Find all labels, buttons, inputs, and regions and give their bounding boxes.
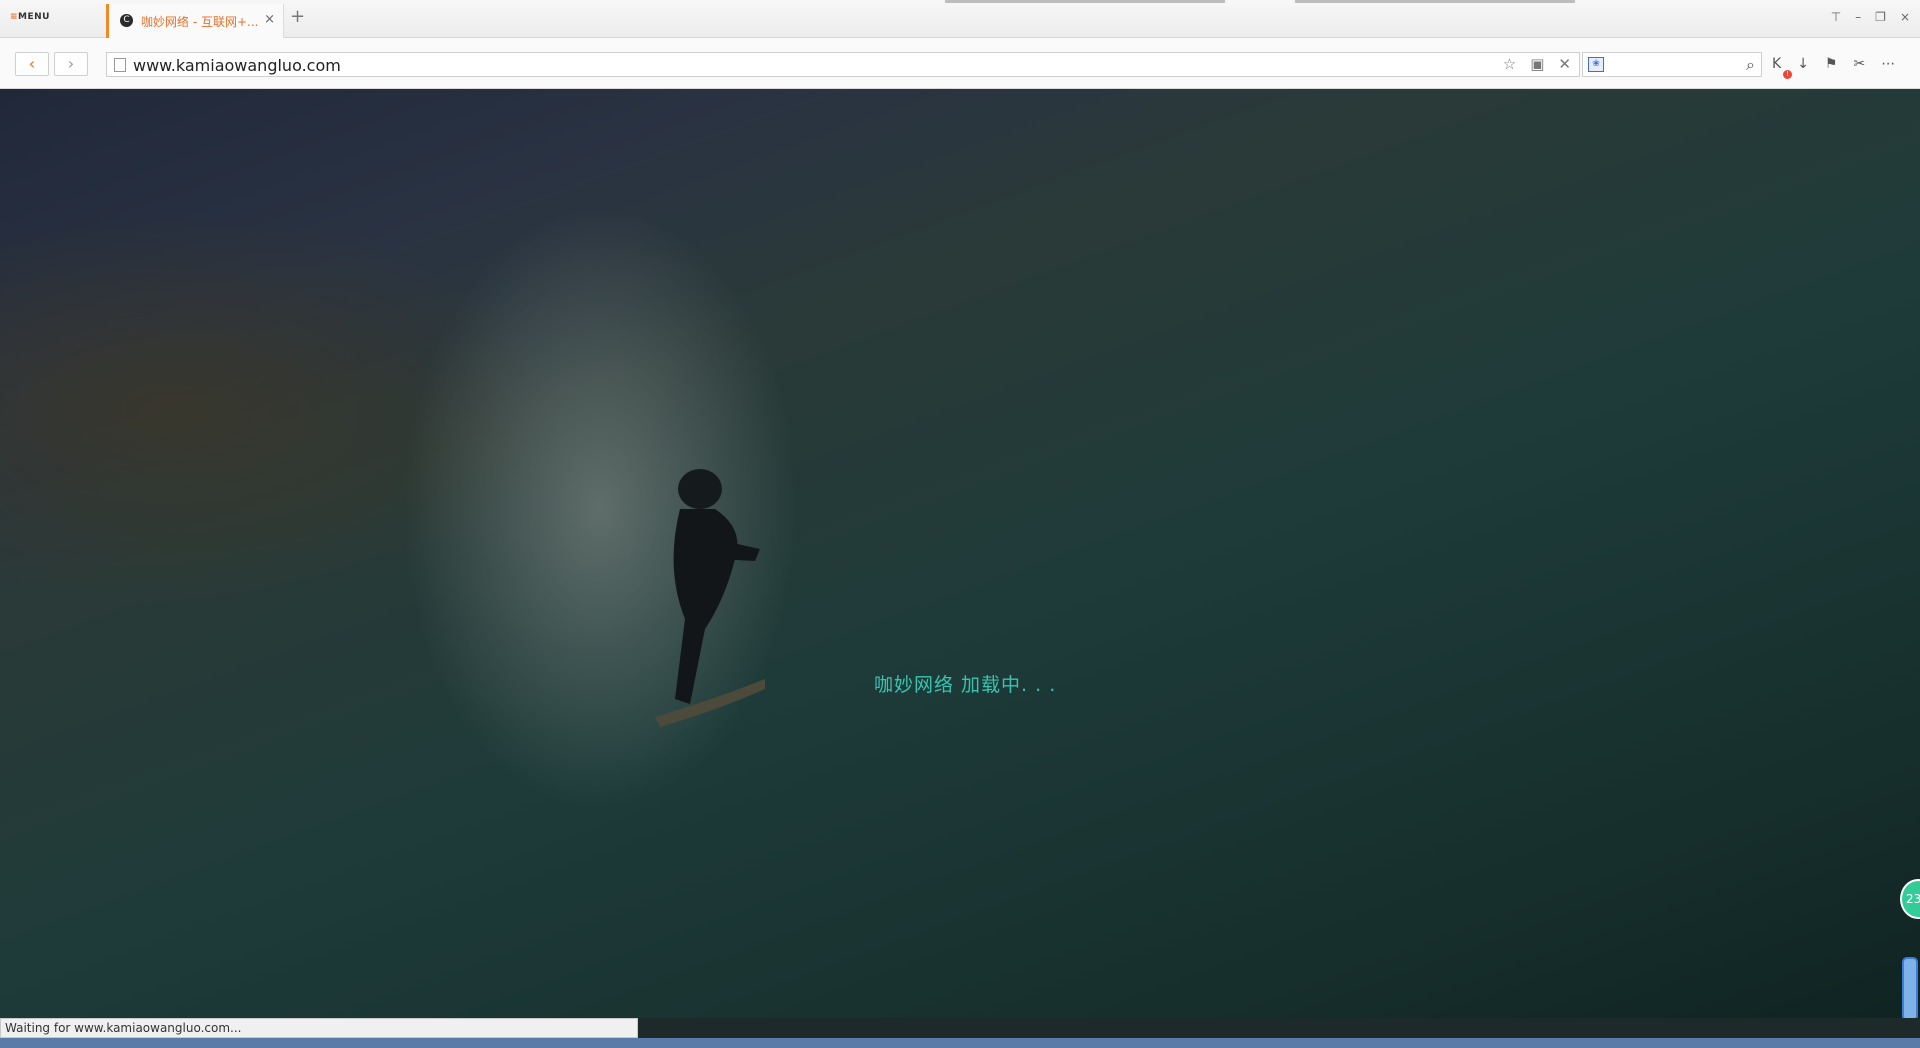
surfer-image [655,469,765,727]
close-window-icon[interactable]: × [1900,10,1910,24]
search-box[interactable]: ❀ ⌕ [1582,52,1762,77]
search-engine-icon[interactable]: ❀ [1588,57,1604,72]
more-icon[interactable]: ⋯ [1881,56,1895,72]
tab-active[interactable]: C 咖妙网络 - 互联网+... × [106,4,284,38]
menu-label: MENU [18,12,50,22]
toolbar-right: K ↓ ⚑ ✂ ⋯ [1772,56,1895,72]
address-bar-actions: ☆ ▣ ✕ [1503,55,1571,73]
tab-strip-decoration [1295,0,1575,3]
tab-title: 咖妙网络 - 互联网+... [141,15,259,29]
floating-side-widget[interactable] [1902,957,1918,1018]
site-favicon-icon: C [120,14,133,27]
back-button[interactable]: ‹ [15,52,49,76]
loading-message: 咖妙网络 加载中. . . [874,674,1057,696]
menu-button[interactable]: ≡MENU [10,12,50,22]
close-tab-icon[interactable]: × [264,12,275,27]
pin-icon[interactable]: ⊤ [1831,10,1841,24]
extension-k-icon[interactable]: K [1772,56,1781,72]
window-controls: ⊤ – ❐ × [1831,10,1910,24]
bookmark-star-icon[interactable]: ☆ [1503,55,1516,73]
search-icon[interactable]: ⌕ [1746,55,1755,75]
restore-icon[interactable]: ❐ [1875,10,1886,24]
url-text[interactable]: www.kamiaowangluo.com [133,56,341,75]
navigation-bar: ‹ › www.kamiaowangluo.com ☆ ▣ ✕ ❀ ⌕ K ↓ … [0,38,1920,89]
tab-strip-decoration [945,0,1225,3]
bookmarks-icon[interactable]: ⚑ [1825,56,1838,72]
taskbar [0,1038,1920,1048]
download-icon[interactable]: ↓ [1797,56,1809,72]
status-bar: Waiting for www.kamiaowangluo.com... [0,1018,638,1038]
minimize-icon[interactable]: – [1855,10,1861,24]
screenshot-icon[interactable]: ✂ [1853,56,1865,72]
new-tab-button[interactable]: + [290,6,305,27]
tab-bar: ≡MENU C 咖妙网络 - 互联网+... × + ⊤ – ❐ × [0,0,1920,38]
forward-button[interactable]: › [54,52,88,76]
notification-badge: ! [1783,70,1792,79]
page-content: 咖妙网络 加载中. . . 23 [0,89,1920,1018]
floating-counter-bubble[interactable]: 23 [1900,879,1920,919]
qr-code-icon[interactable]: ▣ [1530,55,1544,73]
address-bar[interactable]: www.kamiaowangluo.com ☆ ▣ ✕ [106,52,1580,77]
page-icon [114,58,126,72]
stop-loading-icon[interactable]: ✕ [1558,55,1571,73]
